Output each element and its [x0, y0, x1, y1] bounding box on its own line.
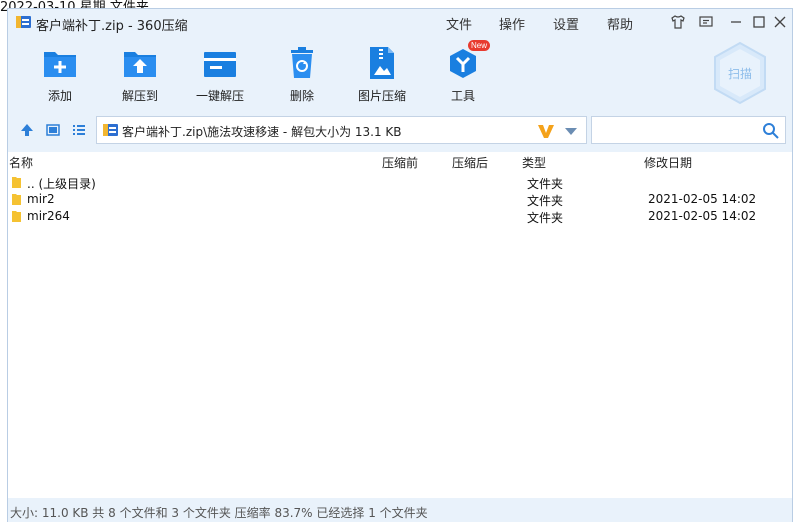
table-row[interactable]: mir264 文件夹 2021-02-05 14:02: [8, 208, 792, 225]
search-icon[interactable]: [762, 122, 779, 139]
one-click-extract-button[interactable]: 一键解压: [185, 45, 255, 104]
skin-icon[interactable]: [670, 14, 686, 30]
add-button[interactable]: 添加: [25, 45, 95, 104]
close-icon[interactable]: [772, 14, 788, 30]
list-header: 名称 压缩前 压缩后 类型 修改日期: [8, 152, 792, 170]
status-bar: 大小: 11.0 KB 共 8 个文件和 3 个文件夹 压缩率 83.7% 已经…: [8, 498, 792, 522]
up-arrow-icon[interactable]: [19, 122, 35, 138]
extract-to-label: 解压到: [121, 89, 158, 103]
delete-button[interactable]: 删除: [267, 45, 337, 104]
minimize-icon[interactable]: [728, 14, 744, 30]
folder-icon: [12, 194, 21, 205]
folder-icon: [12, 177, 21, 188]
thumbnail-view-icon[interactable]: [45, 122, 61, 138]
scan-button[interactable]: 扫描: [712, 41, 768, 105]
file-rows: .. (上级目录) 文件夹 mir2 文件夹 2021-02-05 14:02 …: [8, 174, 792, 225]
status-text: 大小: 11.0 KB 共 8 个文件和 3 个文件夹 压缩率 83.7% 已经…: [10, 506, 428, 520]
menu-settings[interactable]: 设置: [553, 14, 579, 33]
search-input[interactable]: [596, 120, 756, 140]
feedback-icon[interactable]: [698, 14, 714, 30]
column-modified[interactable]: 修改日期: [644, 154, 692, 171]
column-type[interactable]: 类型: [522, 154, 546, 171]
zip-file-icon: [103, 124, 118, 136]
chevron-down-icon[interactable]: [564, 126, 578, 136]
address-row: 客户端补丁.zip\施法攻速移速 - 解包大小为 13.1 KB: [8, 115, 792, 145]
address-path: 客户端补丁.zip\施法攻速移速 - 解包大小为 13.1 KB: [122, 125, 402, 139]
row-modified: 2021-02-05 14:02: [648, 192, 757, 206]
address-bar[interactable]: 客户端补丁.zip\施法攻速移速 - 解包大小为 13.1 KB: [96, 116, 587, 144]
menu-operation[interactable]: 操作: [499, 14, 525, 33]
app-window: 客户端补丁.zip - 360压缩 文件 操作 设置 帮助 添加 解压到 一键解…: [7, 8, 793, 522]
tools-label: 工具: [450, 89, 475, 103]
menu-file[interactable]: 文件: [446, 14, 472, 33]
list-view-icon[interactable]: [71, 122, 87, 138]
menu-help[interactable]: 帮助: [607, 14, 633, 33]
new-badge: New: [468, 40, 491, 51]
extract-to-button[interactable]: 解压到: [105, 45, 175, 104]
add-label: 添加: [47, 89, 72, 103]
column-name[interactable]: 名称: [9, 154, 33, 171]
row-modified: 2021-02-05 14:02: [648, 209, 757, 223]
column-packed[interactable]: 压缩后: [452, 154, 488, 171]
folder-icon: [12, 211, 21, 222]
main-toolbar: 添加 解压到 一键解压 删除 图片压缩 工具 New 扫描: [8, 40, 792, 109]
tools-button[interactable]: 工具 New: [428, 40, 498, 104]
table-row[interactable]: mir2 文件夹 2021-02-05 14:02: [8, 191, 792, 208]
scan-label: 扫描: [728, 67, 752, 81]
title-bar: 客户端补丁.zip - 360压缩 文件 操作 设置 帮助: [8, 9, 792, 35]
recycle-bin-icon: [291, 47, 313, 78]
zip-app-icon: [16, 16, 31, 28]
one-click-extract-icon: [204, 52, 236, 77]
table-row-parent[interactable]: .. (上级目录) 文件夹: [8, 174, 792, 191]
window-title: 客户端补丁.zip - 360压缩: [36, 19, 188, 34]
column-compressed[interactable]: 压缩前: [382, 154, 418, 171]
verified-v-icon[interactable]: [537, 122, 555, 140]
row-type: 文件夹: [527, 177, 564, 191]
image-compress-label: 图片压缩: [357, 89, 406, 103]
add-folder-icon: [44, 52, 76, 77]
file-list: 名称 压缩前 压缩后 类型 修改日期 .. (上级目录) 文件夹 mir2 文件…: [8, 152, 792, 498]
search-box[interactable]: [591, 116, 786, 144]
row-name: mir2: [27, 192, 55, 206]
row-type: 文件夹: [527, 211, 564, 225]
delete-label: 删除: [289, 89, 314, 103]
extract-folder-icon: [124, 52, 156, 77]
row-type: 文件夹: [527, 194, 564, 208]
row-name: .. (上级目录): [27, 177, 96, 191]
maximize-icon[interactable]: [751, 14, 767, 30]
one-click-extract-label: 一键解压: [195, 89, 244, 103]
image-compress-button[interactable]: 图片压缩: [347, 45, 417, 104]
row-name: mir264: [27, 209, 70, 223]
image-compress-icon: [370, 47, 394, 79]
